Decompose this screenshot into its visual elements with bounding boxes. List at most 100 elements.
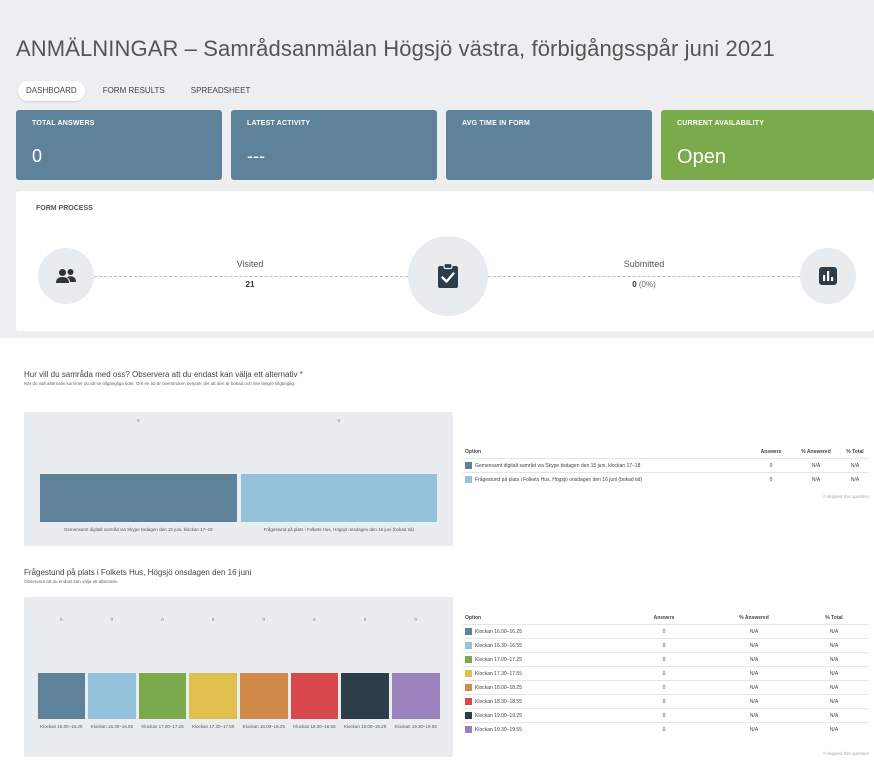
column-header: % Total xyxy=(825,615,843,621)
color-swatch xyxy=(465,712,472,719)
answers-cell: 0 xyxy=(619,638,709,653)
stat-label: CURRENT AVAILABILITY xyxy=(677,120,765,127)
tab-spreadsheet[interactable]: SPREADSHEET xyxy=(183,81,259,101)
tab-form-results[interactable]: FORM RESULTS xyxy=(95,81,173,101)
question-1-chart: 0 Gemensamt digitalt samråd via Skype tis… xyxy=(24,412,453,546)
table-header-row: Option Answers % Answered % Total xyxy=(463,612,869,625)
table-row: Klockan 16.00–16.25 0 N/A N/A xyxy=(463,624,869,639)
bar-category-label: Klockan 18.30–18.55 xyxy=(293,724,336,729)
stat-value: Open xyxy=(677,146,726,168)
bar-chart-icon xyxy=(800,248,856,304)
option-cell: Klockan 19.00–19.25 xyxy=(463,708,619,723)
bar-category-label: Klockan 17.00–17.25 xyxy=(141,724,184,729)
clipboard-check-icon xyxy=(408,236,488,316)
column-header: Option xyxy=(465,615,482,621)
form-process-panel: FORM PROCESS Visited 21 Submitted 0 (0%) xyxy=(16,191,874,331)
bar-value-label: 0 xyxy=(211,617,215,622)
visited-count: 21 xyxy=(245,280,255,289)
color-swatch xyxy=(465,698,472,705)
option-cell: Klockan 16.30–16.55 xyxy=(463,638,619,653)
option-cell: Klockan 17.00–17.25 xyxy=(463,652,619,667)
option-cell: Frågestund på plats i Folkets Hus, Högsj… xyxy=(463,472,751,486)
bar-value-label: 0 xyxy=(60,617,63,622)
bar-category-label: Klockan 17.30–17.55 xyxy=(192,724,235,729)
option-cell: Klockan 18.00–18.25 xyxy=(463,680,619,695)
total-cell: N/A xyxy=(799,666,869,681)
answered-cell: N/A xyxy=(709,708,799,723)
column-header: % Total xyxy=(846,449,864,455)
chart-bar xyxy=(189,673,237,719)
option-label: Klockan 18.30–18.55 xyxy=(475,698,522,705)
answered-cell: N/A xyxy=(791,458,841,473)
option-label: Klockan 19.30–19.55 xyxy=(475,726,522,733)
total-cell: N/A xyxy=(799,680,869,695)
answers-cell: 0 xyxy=(619,694,709,709)
question-2-table: Option Answers % Answered % Total Klocka… xyxy=(463,612,869,736)
form-process-title: FORM PROCESS xyxy=(36,205,93,212)
users-icon xyxy=(38,248,94,304)
stat-latest-activity: LATEST ACTIVITY --- xyxy=(231,110,438,180)
answered-cell: N/A xyxy=(709,680,799,695)
stat-avg-time: AVG TIME IN FORM xyxy=(446,110,653,180)
option-label: Klockan 17.30–17.55 xyxy=(475,670,522,677)
total-cell: N/A xyxy=(799,652,869,667)
table-row: Klockan 18.00–18.25 0 N/A N/A xyxy=(463,680,869,695)
process-connector xyxy=(94,276,408,277)
bar-value-label: 0 xyxy=(136,418,140,423)
chart-bar xyxy=(138,673,187,719)
color-swatch xyxy=(465,628,472,635)
total-cell: N/A xyxy=(799,638,869,653)
stat-total-answers: TOTAL ANSWERS 0 xyxy=(16,110,223,180)
question-1-title: Hur vill du samråda med oss? Observera a… xyxy=(24,370,303,379)
answered-cell: N/A xyxy=(709,722,799,736)
color-swatch xyxy=(465,642,472,649)
total-cell: N/A xyxy=(841,472,869,486)
answered-cell: N/A xyxy=(709,652,799,667)
chart-bar xyxy=(37,673,86,719)
chart-bar xyxy=(240,673,288,719)
answered-cell: N/A xyxy=(709,624,799,639)
bar-category-label: Frågestund på plats i Folkets Hus, Högsj… xyxy=(263,527,414,532)
page-title: ANMÄLNINGAR – Samrådsanmälan Högsjö väst… xyxy=(16,36,775,61)
stat-label: LATEST ACTIVITY xyxy=(247,120,311,127)
table-row: Klockan 17.30–17.55 0 N/A N/A xyxy=(463,666,869,681)
process-connector xyxy=(488,276,800,277)
chart-bar xyxy=(391,673,440,719)
option-label: Klockan 17.00–17.25 xyxy=(475,656,522,663)
bar-category-label: Klockan 16.30–16.55 xyxy=(90,724,134,729)
submitted-label: Submitted xyxy=(623,259,665,269)
bar-value-label: 0 xyxy=(363,617,367,622)
question-2-title: Frågestund på plats i Folkets Hus, Högsj… xyxy=(24,568,252,577)
chart-bar xyxy=(240,474,437,522)
stat-current-availability: CURRENT AVAILABILITY Open xyxy=(661,110,874,180)
question-2-chart: 0 Klockan 16.00–16.25 0 Klockan 16.30–16.55… xyxy=(24,597,453,757)
submitted-count: 0 (0%) xyxy=(584,280,704,289)
option-label: Klockan 19.00–19.25 xyxy=(475,712,522,719)
answered-cell: N/A xyxy=(791,472,841,486)
option-label: Klockan 16.30–16.55 xyxy=(475,642,522,649)
bar-category-label: Gemensamt digitalt samråd via Skype tisd… xyxy=(63,527,213,532)
bar-value-label: 0 xyxy=(262,617,266,622)
total-cell: N/A xyxy=(799,624,869,639)
answers-cell: 0 xyxy=(619,652,709,667)
tab-dashboard[interactable]: DASHBOARD xyxy=(18,81,85,101)
table-header-row: Option Answers % Answered % Total xyxy=(463,446,869,459)
table-row: Gemensamt digitalt samråd via Skype tisd… xyxy=(463,458,869,473)
option-cell: Klockan 18.30–18.55 xyxy=(463,694,619,709)
question-2-subtitle: Observera att du endast kan välja ett al… xyxy=(24,579,118,584)
skipped-note: 0 skipped this question xyxy=(823,494,869,499)
skipped-note: 0 skipped this question xyxy=(823,751,869,756)
bar-category-label: Klockan 18.00–18.25 xyxy=(242,724,285,729)
option-cell: Klockan 17.30–17.55 xyxy=(463,666,619,681)
color-swatch xyxy=(465,726,472,733)
answered-cell: N/A xyxy=(709,666,799,681)
answers-cell: 0 xyxy=(619,666,709,681)
option-cell: Gemensamt digitalt samråd via Skype tisd… xyxy=(463,458,751,473)
question-1-subtitle: När du valt alternativ kommer du att se … xyxy=(24,381,296,386)
chart-bar xyxy=(40,474,237,522)
stat-cards: TOTAL ANSWERS 0 LATEST ACTIVITY --- AVG … xyxy=(16,110,874,180)
chart-bar xyxy=(290,673,339,719)
bar-category-label: Klockan 19.00–19.25 xyxy=(343,724,387,729)
chart-bar xyxy=(88,673,136,719)
stat-label: AVG TIME IN FORM xyxy=(462,120,531,127)
